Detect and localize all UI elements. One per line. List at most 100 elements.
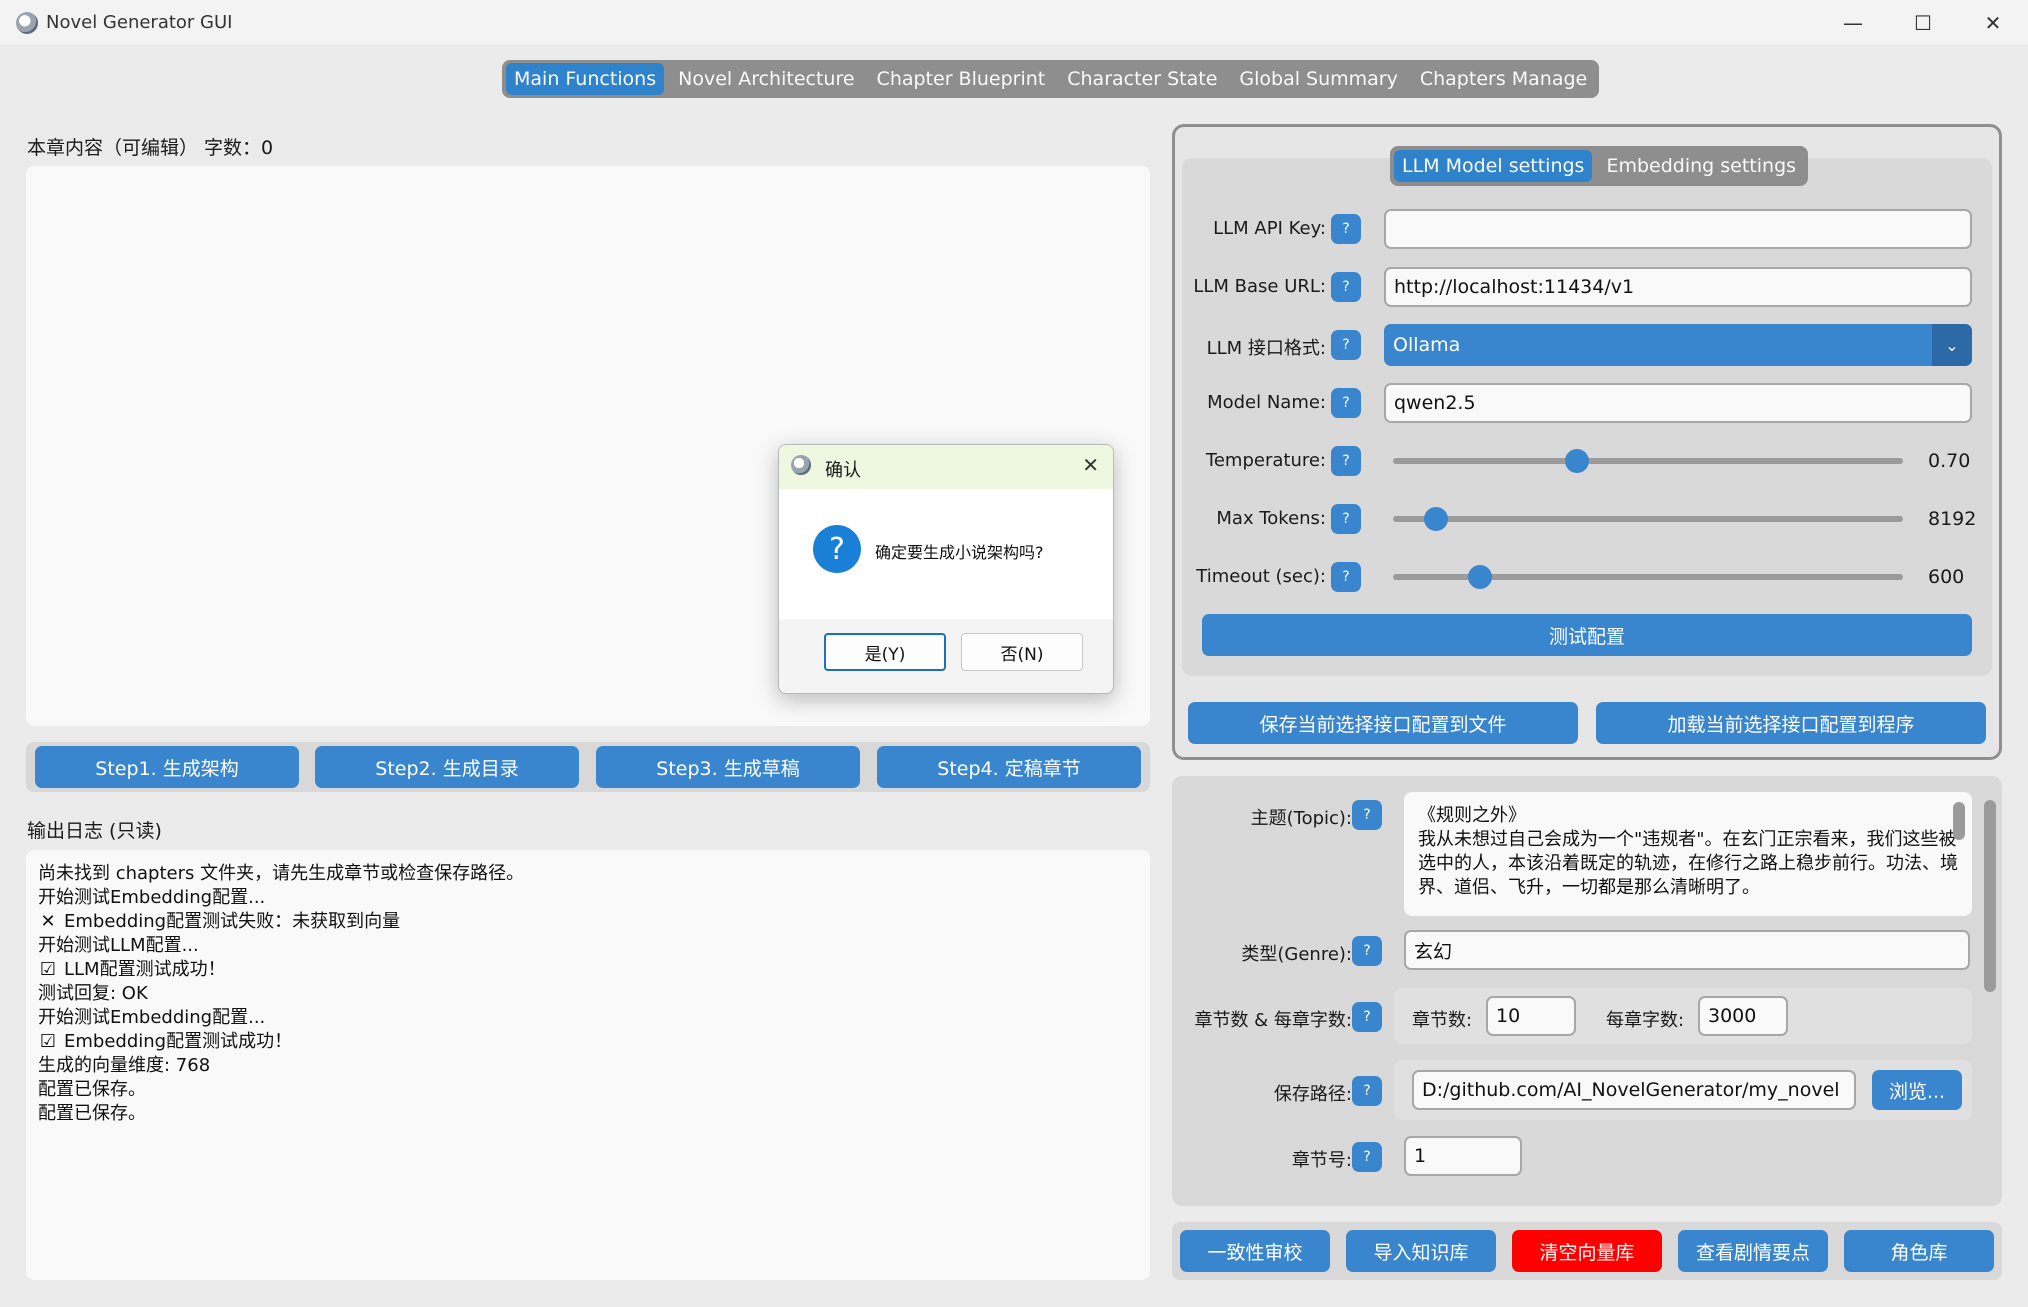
- base-url-label: LLM Base URL:: [1193, 276, 1326, 297]
- step3-button[interactable]: Step3. 生成草稿: [596, 746, 860, 788]
- help-icon[interactable]: ?: [1352, 800, 1382, 830]
- title-bar: Novel Generator GUI — ☐ ✕: [0, 0, 2028, 46]
- checkbox-icon: ☑: [39, 959, 57, 980]
- max-tokens-slider[interactable]: [1393, 507, 1903, 531]
- topic-text: 《规则之外》 我从未想过自己会成为一个"违规者"。在玄门正宗看来，我们这些被选中…: [1418, 805, 1958, 898]
- log-line: ✕ Embedding配置测试失败：未获取到向量: [38, 910, 1138, 934]
- step1-button[interactable]: Step1. 生成架构: [35, 746, 299, 788]
- log-line: ☑ Embedding配置测试成功！: [39, 1031, 293, 1052]
- minimize-button[interactable]: —: [1818, 0, 1888, 46]
- settings-tab-bar: LLM Model settings Embedding settings: [1390, 146, 1809, 186]
- api-key-label: LLM API Key:: [1213, 218, 1326, 239]
- log-line: 开始测试Embedding配置...: [38, 887, 266, 908]
- question-icon: ?: [813, 525, 861, 573]
- help-icon[interactable]: ?: [1352, 1076, 1382, 1106]
- tab-embedding-settings[interactable]: Embedding settings: [1598, 150, 1804, 182]
- max-tokens-value: 8192: [1928, 508, 1977, 530]
- log-line: 生成的向量维度: 768: [38, 1055, 211, 1076]
- topic-scrollbar[interactable]: [1953, 802, 1965, 840]
- temperature-value: 0.70: [1928, 450, 1971, 472]
- save-config-button[interactable]: 保存当前选择接口配置到文件: [1188, 702, 1578, 744]
- timeout-label: Timeout (sec):: [1196, 566, 1326, 587]
- test-config-button[interactable]: 测试配置: [1202, 614, 1972, 656]
- help-icon[interactable]: ?: [1331, 504, 1361, 534]
- log-line: 开始测试LLM配置...: [38, 935, 199, 956]
- maximize-button[interactable]: ☐: [1888, 0, 1958, 46]
- character-library-button[interactable]: 角色库: [1844, 1230, 1994, 1272]
- view-plot-points-button[interactable]: 查看剧情要点: [1678, 1230, 1828, 1272]
- words-per-chapter-input[interactable]: 3000: [1698, 996, 1788, 1036]
- log-line: 配置已保存。: [38, 1079, 146, 1100]
- timeout-slider-handle[interactable]: [1467, 565, 1492, 589]
- max-tokens-label: Max Tokens:: [1216, 508, 1326, 529]
- dialog-title-bar: 确认 ✕: [779, 445, 1113, 489]
- help-icon[interactable]: ?: [1331, 330, 1361, 360]
- consistency-check-button[interactable]: 一致性审校: [1180, 1230, 1330, 1272]
- tab-novel-architecture[interactable]: Novel Architecture: [670, 63, 862, 95]
- help-icon[interactable]: ?: [1352, 1002, 1382, 1032]
- interface-format-value: Ollama: [1393, 334, 1461, 356]
- log-line: 开始测试Embedding配置...: [38, 1007, 266, 1028]
- chapters-words-label: 章节数 & 每章字数:: [1194, 1010, 1352, 1031]
- dialog-message: 确定要生成小说架构吗?: [875, 543, 1044, 562]
- window-title: Novel Generator GUI: [46, 12, 233, 33]
- dialog-close-icon[interactable]: ✕: [1082, 453, 1099, 477]
- help-icon[interactable]: ?: [1331, 388, 1361, 418]
- chapter-count-input[interactable]: 10: [1486, 996, 1576, 1036]
- help-icon[interactable]: ?: [1331, 562, 1361, 592]
- help-icon[interactable]: ?: [1331, 446, 1361, 476]
- temperature-slider[interactable]: [1393, 449, 1903, 473]
- save-path-label: 保存路径:: [1273, 1084, 1352, 1105]
- tab-chapter-blueprint[interactable]: Chapter Blueprint: [869, 63, 1054, 95]
- log-line: 配置已保存。: [38, 1103, 146, 1124]
- dialog-title: 确认: [825, 460, 861, 481]
- load-config-button[interactable]: 加载当前选择接口配置到程序: [1596, 702, 1986, 744]
- chapter-number-label: 章节号:: [1291, 1150, 1352, 1171]
- log-line: ☑ LLM配置测试成功！: [39, 959, 226, 980]
- interface-format-select[interactable]: Ollama ⌄: [1384, 324, 1972, 366]
- model-name-input[interactable]: qwen2.5: [1384, 383, 1972, 423]
- help-icon[interactable]: ?: [1331, 272, 1361, 302]
- temperature-slider-handle[interactable]: [1564, 449, 1589, 473]
- genre-input[interactable]: 玄幻: [1404, 930, 1970, 970]
- topic-textbox[interactable]: 《规则之外》 我从未想过自己会成为一个"违规者"。在玄门正宗看来，我们这些被选中…: [1404, 792, 1972, 916]
- main-tab-bar: Main Functions Novel Architecture Chapte…: [502, 60, 1600, 98]
- base-url-input[interactable]: http://localhost:11434/v1: [1384, 267, 1972, 307]
- save-path-input[interactable]: D:/github.com/AI_NovelGenerator/my_novel: [1412, 1070, 1856, 1110]
- dialog-no-button[interactable]: 否(N): [961, 633, 1083, 671]
- tab-llm-model-settings[interactable]: LLM Model settings: [1394, 150, 1593, 182]
- app-icon: [16, 12, 38, 34]
- browse-button[interactable]: 浏览...: [1872, 1070, 1962, 1110]
- cross-icon: ✕: [40, 911, 56, 932]
- words-per-chapter-label: 每章字数:: [1606, 1010, 1685, 1031]
- tab-main-functions[interactable]: Main Functions: [506, 63, 665, 95]
- import-knowledge-button[interactable]: 导入知识库: [1346, 1230, 1496, 1272]
- interface-format-label: LLM 接口格式:: [1206, 338, 1326, 359]
- step2-button[interactable]: Step2. 生成目录: [315, 746, 579, 788]
- step4-button[interactable]: Step4. 定稿章节: [877, 746, 1141, 788]
- close-window-button[interactable]: ✕: [1958, 0, 2028, 46]
- params-scrollbar[interactable]: [1984, 800, 1996, 992]
- dialog-yes-button[interactable]: 是(Y): [824, 633, 946, 671]
- log-label: 输出日志 (只读): [27, 820, 162, 842]
- tab-character-state[interactable]: Character State: [1059, 63, 1225, 95]
- timeout-value: 600: [1928, 566, 1965, 588]
- tab-global-summary[interactable]: Global Summary: [1231, 63, 1405, 95]
- temperature-label: Temperature:: [1205, 450, 1326, 471]
- help-icon[interactable]: ?: [1352, 1142, 1382, 1172]
- chapter-count-label: 章节数:: [1412, 1010, 1473, 1031]
- confirm-dialog: 确认 ✕ ? 确定要生成小说架构吗? 是(Y) 否(N): [778, 444, 1114, 694]
- output-log[interactable]: 尚未找到 chapters 文件夹，请先生成章节或检查保存路径。 开始测试Emb…: [26, 850, 1150, 1280]
- timeout-slider[interactable]: [1393, 565, 1903, 589]
- tab-chapters-manage[interactable]: Chapters Manage: [1412, 63, 1595, 95]
- clear-vector-store-button[interactable]: 清空向量库: [1512, 1230, 1662, 1272]
- dialog-app-icon: [791, 455, 811, 475]
- chapter-number-input[interactable]: 1: [1404, 1136, 1522, 1176]
- api-key-input[interactable]: [1384, 209, 1972, 249]
- chevron-down-icon[interactable]: ⌄: [1932, 324, 1972, 366]
- help-icon[interactable]: ?: [1331, 214, 1361, 244]
- checkbox-icon: ☑: [39, 1031, 57, 1052]
- help-icon[interactable]: ?: [1352, 936, 1382, 966]
- chapter-content-label: 本章内容（可编辑） 字数：0: [27, 137, 274, 159]
- log-line: 测试回复: OK: [38, 983, 148, 1004]
